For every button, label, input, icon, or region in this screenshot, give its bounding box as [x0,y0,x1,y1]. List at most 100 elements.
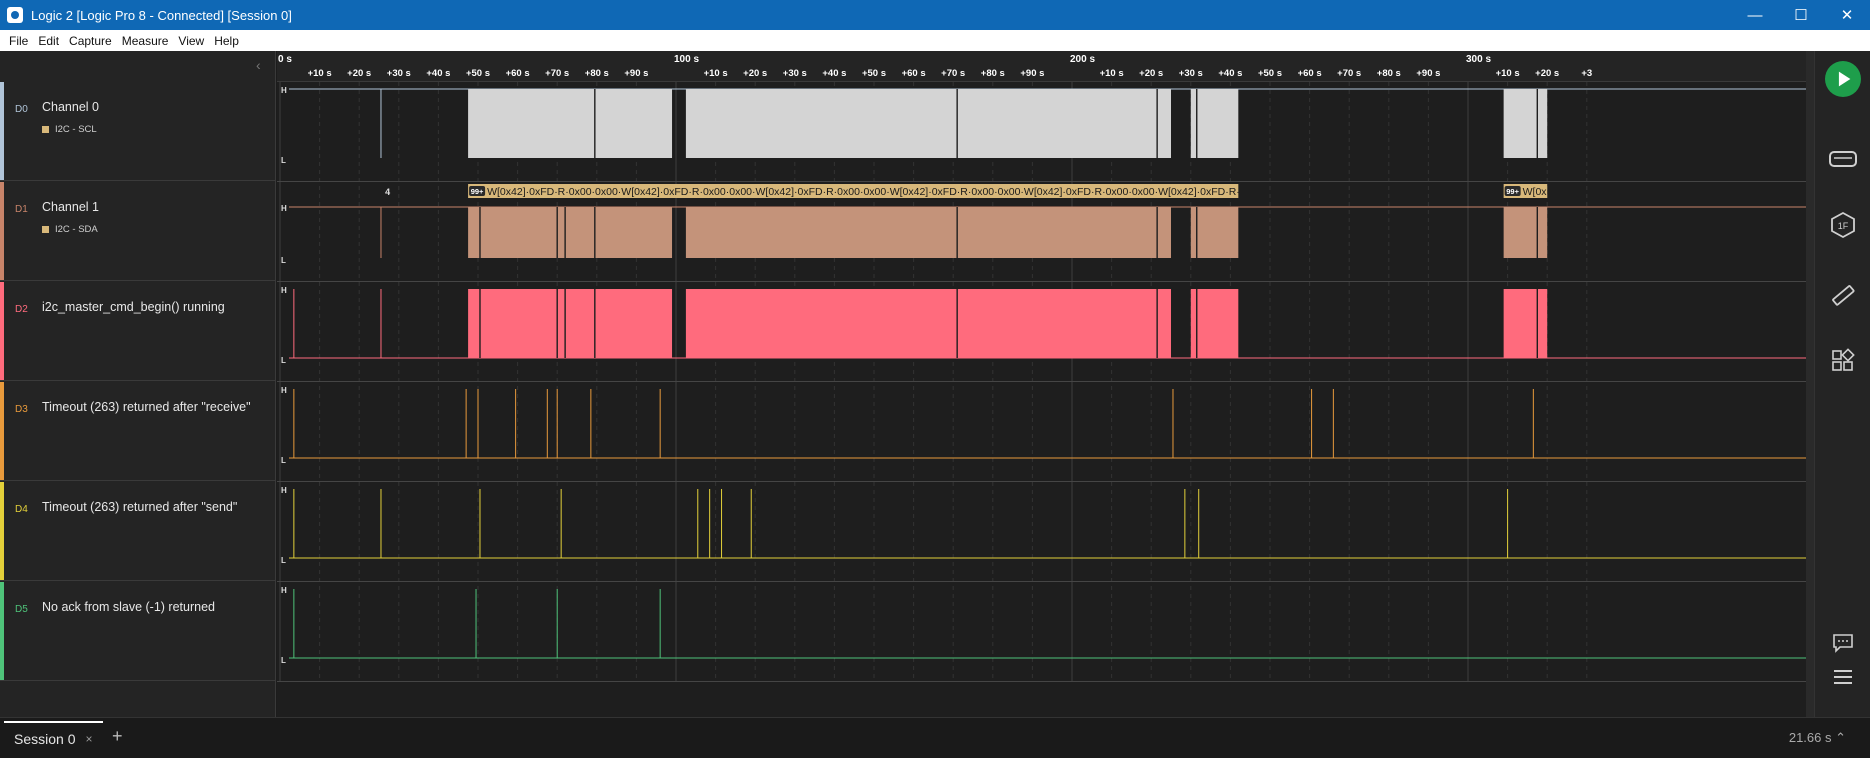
major-tick-label: 0 s [278,54,292,65]
session-tab-label: Session 0 [14,731,76,747]
analyzer-name: I2C - SDA [55,224,98,235]
channel-name: Channel 1 [42,200,99,214]
channel-row-d2[interactable]: D2 i2c_master_cmd_begin() running [0,282,276,381]
maximize-button[interactable]: ☐ [1778,0,1824,30]
major-tick-label: 200 s [1070,54,1096,65]
minor-tick-label: +70 s [941,68,966,79]
start-capture-button[interactable] [1825,61,1861,97]
channel-id: D1 [15,204,28,215]
title-bar: Logic 2 [Logic Pro 8 - Connected] [Sessi… [0,0,1870,30]
minor-tick-label: +40 s [426,68,451,79]
minor-tick-label: +40 s [1218,68,1243,79]
level-high-label: H [281,486,287,495]
time-ruler[interactable]: 0 s 100 s 200 s 300 s +10 s +20 s +30 s +40 s +5… [277,51,1807,82]
window-title: Logic 2 [Logic Pro 8 - Connected] [Sessi… [31,7,292,23]
menu-bar: File Edit Capture Measure View Help [0,30,1870,51]
analyzer-label: I2C - SCL [42,124,97,135]
chat-icon [1833,634,1853,653]
channel-name: Timeout (263) returned after "send" [42,500,238,514]
channel-row-d0[interactable]: D0 Channel 0 I2C - SCL [0,82,276,181]
minor-tick-label: +30 s [782,68,807,79]
analyzer-label: I2C - SDA [42,224,98,235]
minor-tick-label: +10 s [1099,68,1124,79]
channel-name: No ack from slave (-1) returned [42,600,215,614]
dense-signal-block [468,289,673,358]
minor-tick-label: +60 s [505,68,530,79]
channel-row-d5[interactable]: D5 No ack from slave (-1) returned [0,582,276,681]
level-high-label: H [281,204,287,213]
minor-tick-label: +90 s [1416,68,1441,79]
device-settings-button[interactable] [1825,141,1861,177]
minor-tick-label: +10 s [307,68,332,79]
minor-tick-label: +20 s [1535,68,1560,79]
extensions-button[interactable] [1825,343,1861,379]
minor-tick-label: +10 s [703,68,728,79]
minor-tick-label: +3 [1581,68,1593,79]
menu-file[interactable]: File [4,34,33,48]
minor-tick-label: +20 s [347,68,372,79]
extensions-icon [1832,348,1855,371]
menu-capture[interactable]: Capture [64,34,117,48]
hexagon-1f-icon: 1F [1831,211,1855,239]
dense-signal-block [685,289,1171,358]
add-session-button[interactable]: + [112,726,123,747]
vertical-scrollbar[interactable] [1806,51,1814,717]
channel-row-d1[interactable]: D1 Channel 1 I2C - SDA [0,182,276,281]
major-tick-label: 300 s [1466,54,1492,65]
hamburger-icon [1834,670,1852,684]
minor-tick-label: +80 s [584,68,609,79]
close-session-icon[interactable]: × [85,732,92,746]
level-low-label: L [281,556,286,565]
minor-tick-label: +60 s [1297,68,1322,79]
minor-tick-label: +50 s [1257,68,1283,79]
level-high-label: H [281,86,287,95]
minimize-button[interactable]: — [1732,0,1778,30]
channel-row-d4[interactable]: D4 Timeout (263) returned after "send" [0,482,276,581]
menu-view[interactable]: View [173,34,209,48]
channel-id: D3 [15,404,28,415]
device-icon [1829,151,1857,167]
menu-edit[interactable]: Edit [33,34,64,48]
dense-signal-block [468,207,673,258]
decoded-text: W[0x [1523,186,1548,198]
main-menu-button[interactable] [1825,659,1861,695]
feedback-button[interactable] [1825,625,1861,661]
minor-tick-label: +80 s [1376,68,1401,79]
measurements-button[interactable] [1825,277,1861,313]
menu-measure[interactable]: Measure [117,34,174,48]
count-badge-label: 99+ [1506,187,1519,196]
channel-id: D4 [15,504,28,515]
waveform-plot[interactable]: HL99+ W[0x42]·0xFD·R·0x00·0x00·W[0x42]·0x… [277,82,1807,717]
minor-tick-label: +70 s [1337,68,1362,79]
decoded-label: 4 [385,187,390,197]
waveform-area[interactable]: H L 99+ W[0x42]·0xFD·R·0x00·0x00·W[0x42]·0x… [277,82,1807,717]
collapse-panel-icon[interactable]: ‹ [256,57,261,73]
dense-signal-block [1503,89,1548,158]
minor-tick-label: +60 s [901,68,926,79]
level-low-label: L [281,156,286,165]
minor-tick-label: +40 s [822,68,847,79]
channel-row-d3[interactable]: D3 Timeout (263) returned after "receive… [0,382,276,481]
analyzer-name: I2C - SCL [55,124,97,135]
channel-color-stripe [0,582,4,680]
channel-color-stripe [0,282,4,380]
status-bar: Session 0 × + 21.66 s ⌃ [0,717,1870,758]
minor-tick-label: +80 s [980,68,1005,79]
dense-signal-block [1503,289,1548,358]
analyzers-button[interactable]: 1F [1825,207,1861,243]
channel-name: Channel 0 [42,100,99,114]
session-tab[interactable]: Session 0 × [4,721,103,755]
level-low-label: L [281,356,286,365]
minor-tick-label: +30 s [1178,68,1203,79]
dense-signal-block [1190,207,1239,258]
level-low-label: L [281,456,286,465]
dense-signal-block [685,207,1171,258]
side-toolbar: 1F [1814,51,1870,717]
close-button[interactable]: ✕ [1824,0,1870,30]
channel-id: D5 [15,604,28,615]
dense-signal-block [468,89,673,158]
channel-id: D0 [15,104,28,115]
channel-color-stripe [0,82,4,180]
menu-help[interactable]: Help [209,34,244,48]
minor-tick-label: +50 s [861,68,887,79]
